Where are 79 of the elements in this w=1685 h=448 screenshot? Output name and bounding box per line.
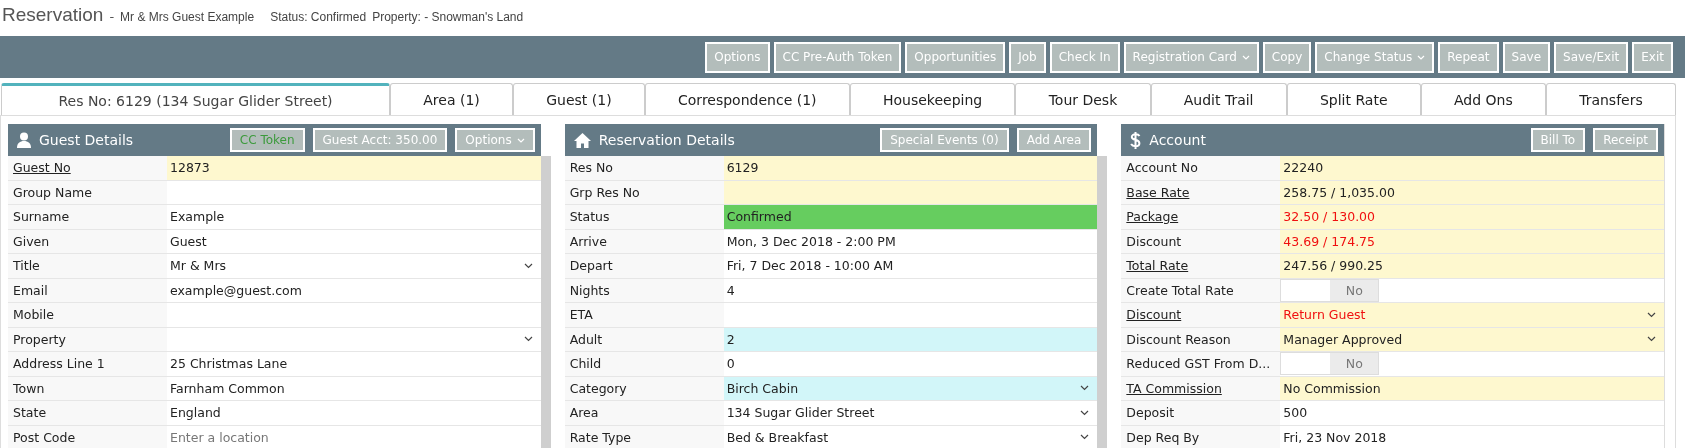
chevron-down-icon	[523, 336, 533, 343]
field-label: Discount	[1126, 233, 1182, 249]
tab[interactable]: Correspondence (1)	[644, 83, 850, 115]
input-field[interactable]: 32.50 / 130.00	[1280, 205, 1664, 229]
input-field[interactable]: 247.56 / 990.25	[1280, 254, 1664, 278]
tab[interactable]: Add Ons	[1420, 83, 1546, 115]
field-label: Reduced GST From D...	[1126, 356, 1271, 372]
panel-title: Guest Details	[39, 132, 134, 148]
chevron-down-icon	[523, 262, 533, 269]
input-field[interactable]: No Commission	[1280, 376, 1664, 400]
person-icon	[17, 132, 31, 148]
field-label: Child	[569, 356, 602, 372]
field-label: Mobile	[13, 307, 54, 323]
input-field[interactable]: 6129	[723, 156, 1098, 180]
toggle-switch[interactable]: No	[1280, 278, 1380, 302]
caret-icon	[1241, 54, 1250, 60]
field-label: Deposit	[1126, 405, 1175, 421]
input-field[interactable]: 12873	[167, 156, 541, 180]
panel-title: Reservation Details	[598, 132, 735, 148]
field-label: Surname	[13, 209, 70, 225]
tab[interactable]: Split Rate	[1286, 83, 1421, 115]
field-label: Depart	[569, 258, 613, 274]
chevron-down-icon	[1647, 336, 1656, 343]
tab[interactable]: Area (1)	[390, 83, 513, 115]
field-label: Create Total Rate	[1126, 282, 1234, 298]
tab[interactable]: Guest (1)	[512, 83, 645, 115]
tab[interactable]: Tour Desk	[1015, 83, 1151, 115]
field-label: Email	[13, 282, 48, 298]
field-label: Status	[569, 209, 610, 225]
field-label: Town	[13, 380, 45, 396]
field-label: Given	[13, 233, 50, 249]
field-label: Title	[13, 258, 40, 274]
select-field[interactable]: Birch Cabin	[723, 376, 1098, 400]
property-text: Property: - Snowman's Land	[372, 10, 524, 24]
chevron-down-icon	[1080, 385, 1090, 392]
dollar-icon	[1130, 131, 1142, 149]
field-label: Dep Req By	[1126, 429, 1200, 445]
field-label: Grp Res No	[569, 184, 640, 200]
tab[interactable]: Transfers	[1545, 83, 1676, 115]
input-field[interactable]: 22240	[1280, 156, 1664, 180]
chevron-down-icon	[1647, 311, 1656, 318]
field-label: Arrive	[569, 233, 607, 249]
field-label: Property	[13, 331, 66, 347]
title-separator: -	[109, 9, 115, 24]
input-field[interactable]: 43.69 / 174.75	[1280, 229, 1664, 253]
tab[interactable]: Audit Trail	[1150, 83, 1287, 115]
guest-name: Mr & Mrs Guest Example	[120, 10, 255, 24]
select-field[interactable]: Manager Approved	[1280, 327, 1664, 351]
input-field[interactable]: Confirmed	[723, 205, 1098, 229]
field-label: Area	[569, 405, 599, 421]
status-text: Status: Confirmed	[270, 10, 367, 24]
caret-icon	[516, 137, 525, 143]
field-label: Address Line 1	[13, 356, 105, 372]
field-label: ETA	[569, 307, 593, 323]
field-label: Rate Type	[569, 429, 632, 445]
scrollbar[interactable]	[1097, 156, 1108, 448]
field-label: Nights	[569, 282, 610, 298]
input-field[interactable]: 2	[723, 327, 1098, 351]
panel-title: Account	[1149, 132, 1206, 148]
toggle-switch[interactable]: No	[1280, 352, 1380, 376]
tab[interactable]: Housekeeping	[849, 83, 1016, 115]
field-label: Group Name	[13, 184, 92, 200]
field-label: Post Code	[13, 429, 76, 445]
caret-icon	[1417, 54, 1426, 60]
select-field[interactable]: Return Guest	[1280, 303, 1664, 327]
field-label: State	[13, 405, 47, 421]
page-title: Reservation	[2, 4, 104, 26]
input-field[interactable]: 258.75 / 1,035.00	[1280, 180, 1664, 204]
field-label: Adult	[569, 331, 603, 347]
field-label: Category	[569, 380, 627, 396]
chevron-down-icon	[1080, 409, 1090, 416]
chevron-down-icon	[1080, 434, 1090, 441]
field-label: Discount Reason	[1126, 331, 1231, 347]
scrollbar[interactable]	[540, 156, 551, 448]
input-field[interactable]	[723, 180, 1098, 204]
home-icon	[573, 132, 591, 148]
field-label: Account No	[1126, 160, 1198, 176]
tab[interactable]: Res No: 6129 (134 Sugar Glider Street)	[1, 83, 391, 115]
field-label: Res No	[569, 160, 613, 176]
